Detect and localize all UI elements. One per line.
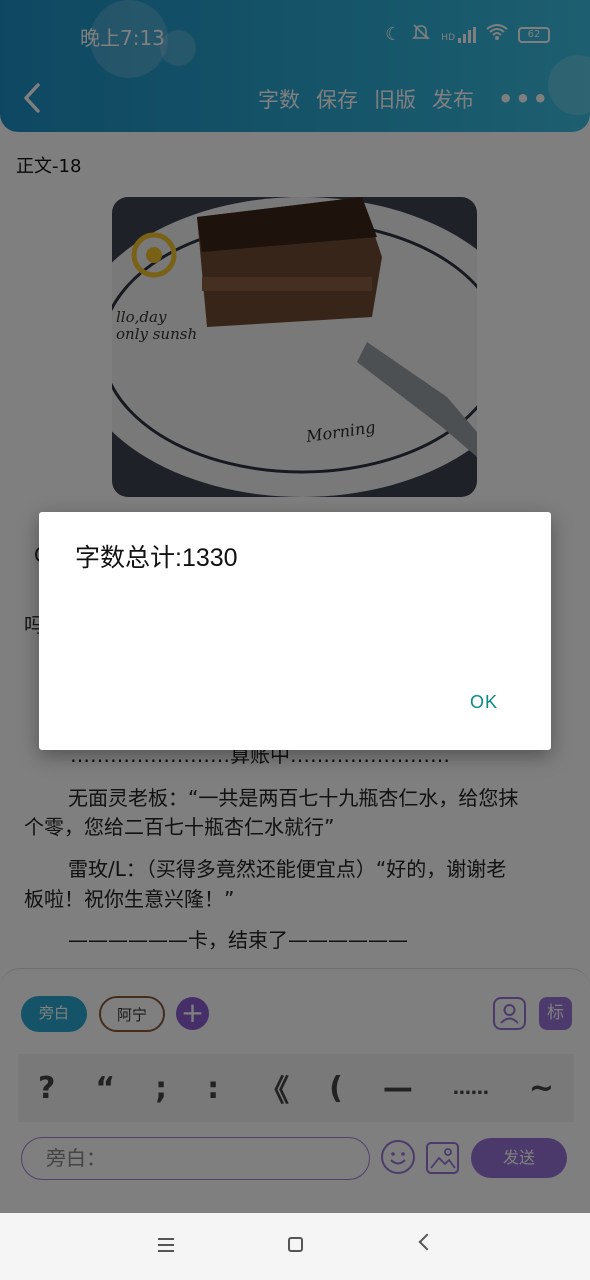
dialog-message: 字数总计:1330 bbox=[75, 544, 238, 572]
ok-button[interactable]: OK bbox=[470, 692, 498, 713]
home-icon[interactable] bbox=[288, 1237, 303, 1252]
menu-icon[interactable] bbox=[158, 1238, 174, 1252]
word-count-dialog: 字数总计:1330 OK bbox=[39, 512, 551, 750]
